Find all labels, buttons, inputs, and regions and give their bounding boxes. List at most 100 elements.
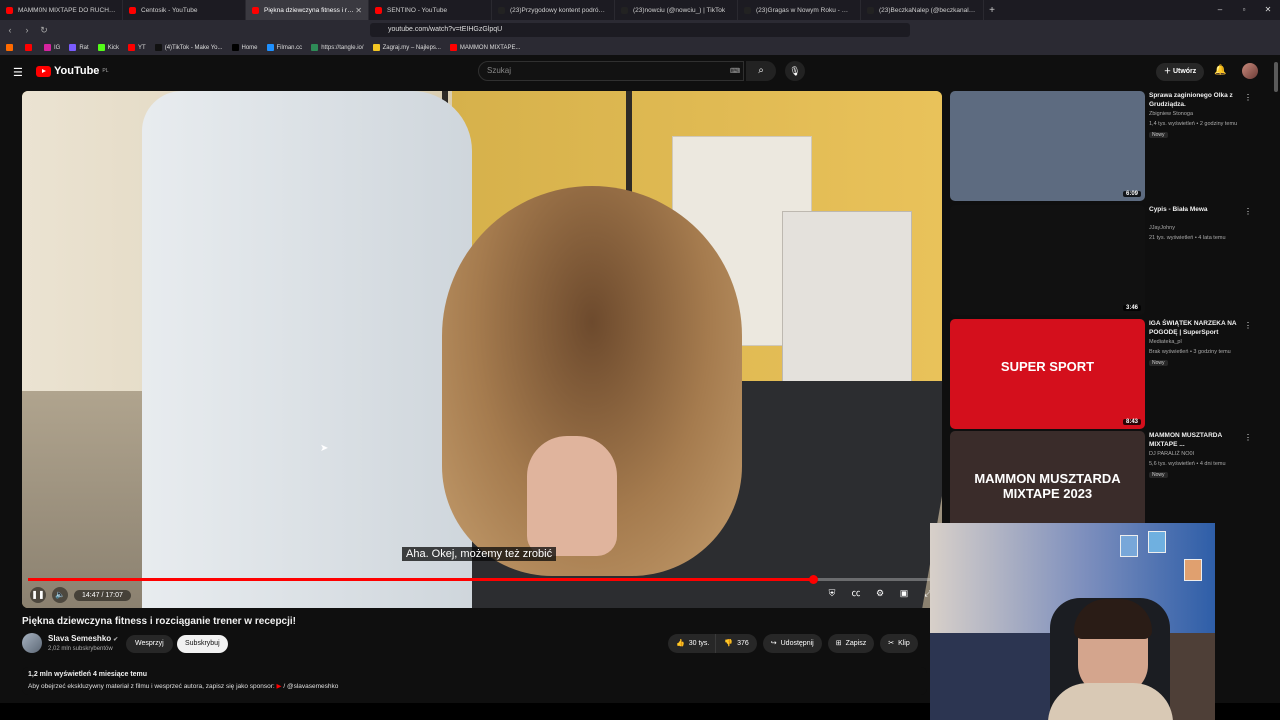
dislike-button[interactable]: 👎 376 — [715, 634, 757, 653]
share-button[interactable]: ↪ Udostępnij — [762, 634, 822, 653]
browser-tab[interactable]: SENTINO - YouTube — [369, 0, 492, 20]
search-icon: ⌕ — [758, 65, 764, 76]
bookmark-item[interactable]: MAMMON MIXTAPE... — [449, 44, 520, 51]
bookmark-item[interactable]: Rat — [69, 44, 89, 51]
new-tab-icon[interactable]: + — [984, 5, 1000, 16]
volume-icon[interactable]: 🔈 — [52, 587, 68, 603]
minimize-icon[interactable]: – — [1208, 0, 1232, 20]
bookmark-favicon-icon — [97, 44, 105, 51]
bookmark-item[interactable]: https://tangle.io/ — [311, 44, 364, 51]
create-button[interactable]: ＋ Utwórz — [1156, 63, 1205, 81]
related-channel-name[interactable]: Mediateka_pl — [1149, 339, 1182, 345]
browser-tab[interactable]: Centosik - YouTube — [123, 0, 246, 20]
video-thumbnail[interactable]: 3:46 — [950, 205, 1145, 315]
adblock-shield-icon[interactable]: ⛨ — [824, 585, 840, 601]
search-input[interactable]: Szukaj — [478, 61, 744, 81]
tab-favicon-icon — [867, 6, 874, 14]
related-channel-name[interactable]: DJ PARALIŻ NO0I — [1149, 451, 1194, 457]
browser-tab[interactable]: MAMM0N MIXTAPE DO RUCH@NIA — [0, 0, 123, 20]
more-options-icon[interactable]: ⋮ — [1244, 433, 1252, 442]
save-button[interactable]: ⊞ Zapisz — [827, 634, 875, 653]
description-box[interactable]: 1,2 mln wyświetleń 4 miesiące temu Aby o… — [22, 667, 927, 695]
close-window-icon[interactable]: ✕ — [1256, 0, 1280, 20]
progress-bar[interactable] — [28, 575, 936, 584]
tab-close-icon[interactable]: ✕ — [355, 6, 362, 15]
maximize-icon[interactable]: ▫ — [1232, 0, 1256, 20]
settings-gear-icon[interactable]: ⚙ — [872, 585, 888, 601]
search-button[interactable]: ⌕ — [746, 61, 776, 81]
youtube-play-icon — [36, 65, 51, 77]
related-video-title[interactable]: Cypis - Biała Mewa — [1149, 205, 1249, 214]
tab-title: MAMM0N MIXTAPE DO RUCH@NIA — [18, 6, 116, 14]
miniplayer-icon[interactable]: ▣ — [896, 585, 912, 601]
progress-scrubber[interactable] — [808, 575, 818, 584]
subscriber-count: 2,02 mln subskrybentów — [48, 646, 113, 652]
related-channel-name[interactable]: Zbigniew Stonoga — [1149, 111, 1193, 117]
keyboard-icon[interactable]: ⌨ — [730, 67, 740, 75]
channel-link[interactable]: / @slavasemeshko — [283, 683, 338, 690]
related-video-title[interactable]: Sprawa zaginionego Olka z Grudziądza. — [1149, 91, 1249, 109]
subscribe-button[interactable]: Subskrybuj — [177, 635, 228, 653]
page-scrollbar[interactable] — [1273, 57, 1280, 523]
bookmark-item[interactable]: Zagraj.my – Najleps... — [372, 44, 441, 51]
like-count: 30 tys. — [688, 640, 710, 647]
tab-title: (23)Przygodowy kontent podróżnicz — [510, 6, 608, 14]
related-video-title[interactable]: IGA ŚWIĄTEK NARZEKA NA POGODĘ | SuperSpo… — [1149, 319, 1249, 337]
thumbnail-caption: MAMMON MUSZTARDA MIXTAPE 2023 — [974, 471, 1121, 501]
more-options-icon[interactable]: ⋮ — [1244, 207, 1252, 216]
bookmark-item[interactable]: YT — [128, 44, 146, 51]
forward-icon[interactable]: › — [20, 25, 34, 35]
browser-tab[interactable]: (23)nowciu (@nowciu_) | TikTok — [615, 0, 738, 20]
subtitles-icon[interactable]: ㏄ — [848, 585, 864, 601]
youtube-logo[interactable]: YouTube PL — [36, 65, 109, 77]
thumbs-up-icon: 👍 — [676, 640, 685, 647]
reload-icon[interactable]: ↻ — [37, 25, 51, 36]
bookmark-item[interactable]: Filman.cc — [266, 44, 302, 51]
account-avatar[interactable] — [1242, 63, 1258, 79]
bookmark-item[interactable]: Home — [231, 44, 258, 51]
more-options-icon[interactable]: ⋮ — [1244, 93, 1252, 102]
channel-name[interactable]: Slava Semeshko — [48, 634, 111, 643]
related-video-meta: 1,4 tys. wyświetleń • 2 godziny temu — [1149, 121, 1238, 127]
notifications-bell-icon[interactable]: 🔔 — [1214, 65, 1226, 76]
related-video-item[interactable]: 3:46 Cypis - Biała Mewa JJayJohny 21 tys. w… — [950, 205, 1260, 317]
channel-name-row[interactable]: Slava Semeshko ✔ — [48, 634, 118, 643]
browser-tab[interactable]: (23)Gragas w Nowym Roku - Wesoły — [738, 0, 861, 20]
url-field[interactable]: youtube.com/watch?v=tEIHGzGlpqU — [370, 23, 910, 37]
scrollbar-thumb[interactable] — [1274, 62, 1278, 92]
support-button[interactable]: Wesprzyj — [126, 635, 173, 653]
back-icon[interactable]: ‹ — [3, 25, 17, 35]
related-video-item[interactable]: 6:09 Sprawa zaginionego Olka z Grudziądza… — [950, 91, 1260, 203]
related-video-item[interactable]: SUPER SPORT 8:43 IGA ŚWIĄTEK NARZEKA NA PO… — [950, 319, 1260, 431]
bookmark-item[interactable] — [6, 44, 16, 51]
video-thumbnail[interactable]: SUPER SPORT 8:43 — [950, 319, 1145, 429]
browser-tab[interactable]: (23)Przygodowy kontent podróżnicz — [492, 0, 615, 20]
channel-avatar[interactable] — [22, 633, 42, 653]
more-options-icon[interactable]: ⋮ — [1244, 321, 1252, 330]
browser-tab[interactable]: (23)BeczkaNalep (@beczkanalep) | T — [861, 0, 984, 20]
video-subtitle: Aha. Okej, możemy też zrobić — [402, 547, 557, 561]
clip-button[interactable]: ✂ Klip — [880, 634, 918, 653]
menu-icon[interactable]: ☰ — [13, 66, 23, 79]
tab-title: (23)Gragas w Nowym Roku - Wesoły — [756, 6, 854, 14]
pause-icon[interactable]: ❚❚ — [30, 587, 46, 603]
bookmark-item[interactable]: IG — [44, 44, 60, 51]
bookmark-favicon-icon — [449, 44, 457, 51]
like-button[interactable]: 👍 30 tys. — [668, 634, 716, 653]
voice-search-button[interactable]: 🎙 — [785, 61, 805, 81]
bookmark-label: Kick — [107, 44, 120, 51]
browser-tab[interactable]: Piękna dziewczyna fitness i rozc ✕ — [246, 0, 369, 20]
bookmark-label: https://tangle.io/ — [321, 44, 364, 51]
video-player[interactable]: ➤ Aha. Okej, możemy też zrobić ❚❚ 🔈 14:4… — [22, 91, 942, 608]
bookmark-item[interactable]: (4)TikTok - Make Yo... — [154, 44, 223, 51]
scissors-icon: ✂ — [888, 640, 895, 647]
video-frame-trainer — [142, 91, 472, 608]
bookmark-favicon-icon — [266, 44, 274, 51]
bookmark-label: Home — [241, 44, 258, 51]
video-thumbnail[interactable]: 6:09 — [950, 91, 1145, 201]
bookmark-favicon-icon — [128, 44, 136, 51]
bookmark-item[interactable] — [25, 44, 35, 51]
related-channel-name[interactable]: JJayJohny — [1149, 225, 1175, 231]
bookmark-item[interactable]: Kick — [97, 44, 120, 51]
related-video-title[interactable]: MAMMON MUSZTARDA MIXTAPE ... — [1149, 431, 1249, 449]
